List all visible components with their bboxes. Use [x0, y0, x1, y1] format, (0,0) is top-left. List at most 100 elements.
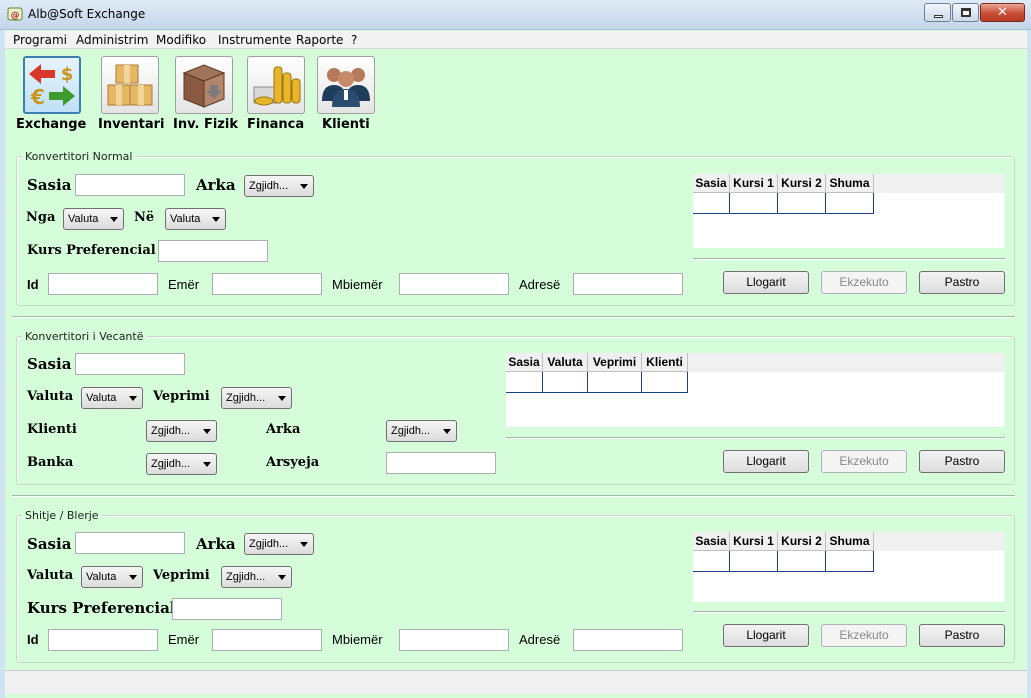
table-cell[interactable]	[588, 372, 642, 393]
chevron-down-icon	[278, 396, 286, 401]
s2-veprimi-select[interactable]: Zgjidh...	[221, 387, 292, 409]
s3-pastro-button[interactable]: Pastro	[919, 624, 1005, 647]
s3-kurs-pref-input[interactable]	[172, 598, 282, 620]
toolbar-inventari-button[interactable]	[101, 56, 159, 114]
s1-grid-col-shuma[interactable]: Shuma	[826, 174, 874, 193]
s2-arsyeja-input[interactable]	[386, 452, 496, 474]
table-cell[interactable]	[693, 551, 730, 572]
table-cell[interactable]	[730, 193, 778, 214]
s1-arka-select[interactable]: Zgjidh...	[244, 175, 314, 197]
s3-sasia-label: Sasia	[27, 535, 72, 553]
s2-separator	[506, 437, 1005, 439]
menu-administrim[interactable]: Administrim	[76, 33, 149, 47]
s3-grid-col-kursi2[interactable]: Kursi 2	[778, 532, 826, 551]
chevron-down-icon	[203, 462, 211, 467]
table-cell[interactable]	[506, 372, 543, 393]
s2-grid-col-veprimi[interactable]: Veprimi	[588, 353, 642, 372]
toolbar-financa-button[interactable]	[247, 56, 305, 114]
table-cell[interactable]	[778, 193, 826, 214]
s1-arka-label: Arka	[196, 176, 236, 194]
table-cell[interactable]	[730, 551, 778, 572]
table-cell[interactable]	[826, 193, 874, 214]
s2-grid-col-valuta[interactable]: Valuta	[543, 353, 588, 372]
s1-ne-select[interactable]: Valuta	[165, 208, 226, 230]
s1-grid-col-sasia[interactable]: Sasia	[693, 174, 730, 193]
chevron-down-icon	[212, 217, 220, 222]
s1-mbiemer-input[interactable]	[399, 273, 509, 295]
chevron-down-icon	[110, 217, 118, 222]
toolbar-klienti-button[interactable]	[317, 56, 375, 114]
s3-veprimi-select[interactable]: Zgjidh...	[221, 566, 292, 588]
menu-help[interactable]: ?	[351, 33, 357, 47]
s1-nga-label: Nga	[26, 210, 56, 225]
s2-result-grid[interactable]: Sasia Valuta Veprimi Klienti	[506, 353, 1005, 427]
s3-grid-col-kursi1[interactable]: Kursi 1	[730, 532, 778, 551]
s3-mbiemer-input[interactable]	[399, 629, 509, 651]
s2-valuta-label: Valuta	[27, 389, 74, 404]
s2-ekzekuto-button[interactable]: Ekzekuto	[821, 450, 907, 473]
s1-grid-col-kursi2[interactable]: Kursi 2	[778, 174, 826, 193]
s2-pastro-button[interactable]: Pastro	[919, 450, 1005, 473]
s3-llogarit-button[interactable]: Llogarit	[723, 624, 809, 647]
minimize-icon	[934, 15, 943, 18]
s1-sasia-input[interactable]	[75, 174, 185, 196]
s3-arka-select[interactable]: Zgjidh...	[244, 533, 314, 555]
menu-raporte[interactable]: Raporte	[296, 33, 343, 47]
s2-sasia-label: Sasia	[27, 355, 72, 373]
s3-id-input[interactable]	[48, 629, 158, 651]
close-button[interactable]: ✕	[980, 3, 1025, 22]
s2-arka-select[interactable]: Zgjidh...	[386, 420, 457, 442]
s3-separator	[693, 611, 1005, 613]
s3-emer-label: Emër	[168, 632, 200, 647]
s1-llogarit-button[interactable]: Llogarit	[723, 271, 809, 294]
s1-emer-input[interactable]	[212, 273, 322, 295]
s2-sasia-input[interactable]	[75, 353, 185, 375]
s3-ekzekuto-button[interactable]: Ekzekuto	[821, 624, 907, 647]
s2-banka-select[interactable]: Zgjidh...	[146, 453, 217, 475]
s1-id-label: Id	[27, 277, 39, 292]
s2-llogarit-button[interactable]: Llogarit	[723, 450, 809, 473]
title-bar[interactable]	[0, 0, 1031, 30]
s3-grid-col-shuma[interactable]: Shuma	[826, 532, 874, 551]
s3-emer-input[interactable]	[212, 629, 322, 651]
table-cell[interactable]	[778, 551, 826, 572]
s2-veprimi-label: Veprimi	[153, 389, 210, 404]
table-cell[interactable]	[543, 372, 588, 393]
s1-grid-col-kursi1[interactable]: Kursi 1	[730, 174, 778, 193]
menu-instrumente[interactable]: Instrumente	[218, 33, 291, 47]
table-cell[interactable]	[826, 551, 874, 572]
toolbar-financa-label: Financa	[247, 117, 305, 132]
s3-valuta-select[interactable]: Valuta	[81, 566, 143, 588]
s1-id-input[interactable]	[48, 273, 158, 295]
s1-nga-select[interactable]: Valuta	[63, 208, 124, 230]
s1-kurs-pref-input[interactable]	[158, 240, 268, 262]
konvertitori-normal-title: Konvertitori Normal	[22, 150, 136, 163]
s1-adrese-input[interactable]	[573, 273, 683, 295]
maximize-button[interactable]	[952, 3, 979, 22]
toolbar-exchange-button[interactable]: $ €	[23, 56, 81, 114]
s2-klienti-select[interactable]: Zgjidh...	[146, 420, 217, 442]
minimize-button[interactable]	[924, 3, 951, 22]
chevron-down-icon	[278, 575, 286, 580]
s3-sasia-input[interactable]	[75, 532, 185, 554]
s2-grid-col-sasia[interactable]: Sasia	[506, 353, 543, 372]
s1-sasia-label: Sasia	[27, 176, 72, 194]
s1-result-grid[interactable]: Sasia Kursi 1 Kursi 2 Shuma	[693, 174, 1005, 248]
svg-text:$: $	[61, 64, 74, 85]
s3-grid-col-sasia[interactable]: Sasia	[693, 532, 730, 551]
s3-result-grid[interactable]: Sasia Kursi 1 Kursi 2 Shuma	[693, 532, 1005, 602]
toolbar-inv-fizik-button[interactable]	[175, 56, 233, 114]
menu-programi[interactable]: Programi	[13, 33, 67, 47]
menu-modifiko[interactable]: Modifiko	[156, 33, 206, 47]
s1-pastro-button[interactable]: Pastro	[919, 271, 1005, 294]
s2-banka-label: Banka	[27, 455, 74, 470]
currency-exchange-icon: $ €	[29, 64, 75, 109]
s1-kurs-pref-label: Kurs Preferencial	[27, 243, 156, 258]
s2-valuta-select[interactable]: Valuta	[81, 387, 143, 409]
s3-adrese-input[interactable]	[573, 629, 683, 651]
s1-ekzekuto-button[interactable]: Ekzekuto	[821, 271, 907, 294]
s3-id-label: Id	[27, 632, 39, 647]
table-cell[interactable]	[642, 372, 688, 393]
s2-grid-col-klienti[interactable]: Klienti	[642, 353, 688, 372]
table-cell[interactable]	[693, 193, 730, 214]
